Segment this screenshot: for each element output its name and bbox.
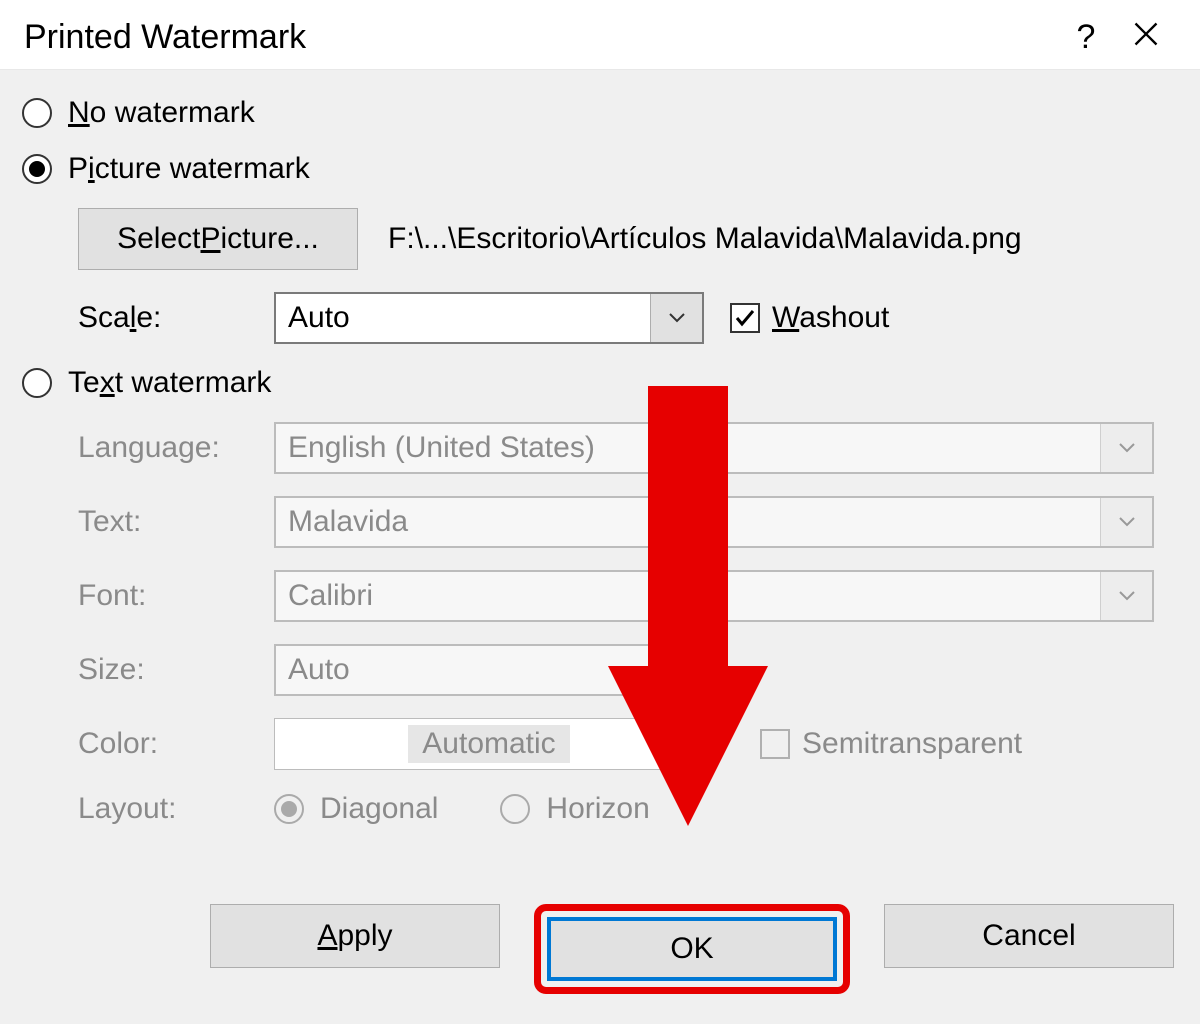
picture-watermark-label: Picture watermark	[68, 152, 310, 186]
scale-dropdown-arrow[interactable]	[650, 294, 702, 342]
chevron-down-icon	[668, 312, 686, 324]
picture-watermark-row: Picture watermark	[22, 152, 1178, 186]
button-bar: Apply OK Cancel	[210, 904, 1174, 994]
font-dropdown-arrow	[1100, 572, 1152, 620]
picture-section: Select Picture... F:\...\Escritorio\Artí…	[78, 208, 1178, 344]
help-button[interactable]: ?	[1056, 18, 1116, 57]
text-watermark-label: Text watermark	[68, 366, 271, 400]
semitransparent-row: Semitransparent	[760, 727, 1022, 761]
text-dropdown-arrow	[1100, 498, 1152, 546]
text-watermark-row: Text watermark	[22, 366, 1178, 400]
language-value: English (United States)	[288, 431, 595, 465]
select-picture-button[interactable]: Select Picture...	[78, 208, 358, 270]
no-watermark-radio[interactable]	[22, 98, 52, 128]
check-icon	[734, 307, 756, 329]
scale-label: Scale:	[78, 301, 248, 335]
washout-checkbox[interactable]	[730, 303, 760, 333]
chevron-down-icon	[1118, 442, 1136, 454]
color-label: Color:	[78, 727, 248, 761]
text-combo: Malavida	[274, 496, 1154, 548]
color-value: Automatic	[408, 725, 569, 763]
ok-button[interactable]: OK	[547, 917, 837, 981]
layout-radios: Diagonal Horizon	[274, 792, 650, 826]
picture-watermark-radio[interactable]	[22, 154, 52, 184]
semitransparent-label: Semitransparent	[802, 727, 1022, 761]
picture-path: F:\...\Escritorio\Artículos Malavida\Mal…	[388, 222, 1022, 256]
layout-label: Layout:	[78, 792, 248, 826]
horizontal-label: Horizon	[546, 792, 649, 826]
semitransparent-checkbox	[760, 729, 790, 759]
dialog-body: No watermark Picture watermark Select Pi…	[0, 69, 1200, 1024]
diagonal-label: Diagonal	[320, 792, 438, 826]
text-watermark-radio[interactable]	[22, 368, 52, 398]
color-combo: Automatic	[274, 718, 704, 770]
chevron-down-icon	[1118, 516, 1136, 528]
apply-button[interactable]: Apply	[210, 904, 500, 968]
font-combo: Calibri	[274, 570, 1154, 622]
title-bar: Printed Watermark ?	[0, 0, 1200, 69]
no-watermark-label: No watermark	[68, 96, 255, 130]
washout-checkbox-row[interactable]: Washout	[730, 301, 889, 335]
close-icon	[1132, 20, 1160, 48]
dialog-title: Printed Watermark	[24, 18, 1056, 57]
cancel-button[interactable]: Cancel	[884, 904, 1174, 968]
font-value: Calibri	[288, 579, 373, 613]
washout-label: Washout	[772, 301, 889, 335]
text-section: Language: English (United States) Text: …	[78, 422, 1178, 826]
chevron-down-icon	[1118, 590, 1136, 602]
no-watermark-row: No watermark	[22, 96, 1178, 130]
language-label: Language:	[78, 431, 248, 465]
size-combo: Auto	[274, 644, 704, 696]
language-combo: English (United States)	[274, 422, 1154, 474]
size-value: Auto	[288, 653, 350, 687]
horizontal-radio	[500, 794, 530, 824]
font-label: Font:	[78, 579, 248, 613]
language-dropdown-arrow	[1100, 424, 1152, 472]
size-label: Size:	[78, 653, 248, 687]
diagonal-radio	[274, 794, 304, 824]
scale-combo[interactable]: Auto	[274, 292, 704, 344]
close-button[interactable]	[1116, 18, 1176, 57]
text-label: Text:	[78, 505, 248, 539]
scale-value: Auto	[288, 301, 350, 335]
ok-annotation-highlight: OK	[534, 904, 850, 994]
text-value: Malavida	[288, 505, 408, 539]
